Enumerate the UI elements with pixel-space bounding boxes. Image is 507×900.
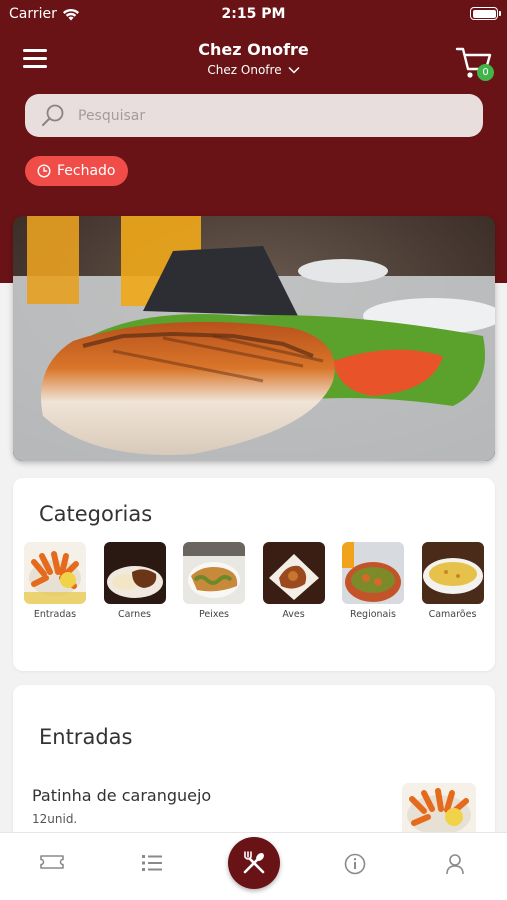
search-bar[interactable] — [25, 94, 483, 137]
category-label: Aves — [282, 609, 305, 620]
categories-title: Categorias — [39, 502, 153, 526]
entradas-card: Entradas Patinha de caranguejo 12unid. — [13, 685, 495, 855]
category-item-regionais[interactable]: Regionais — [342, 542, 404, 620]
category-thumb — [183, 542, 245, 604]
category-item-camaroes[interactable]: Camarões — [421, 542, 484, 620]
battery-icon — [470, 7, 501, 20]
tab-info[interactable] — [325, 833, 385, 900]
category-item-entradas[interactable]: Entradas — [24, 542, 86, 620]
status-bar: Carrier 2:15 PM — [0, 0, 507, 30]
store-status-badge: Fechado — [25, 156, 128, 186]
search-input[interactable] — [78, 107, 458, 124]
product-name: Patinha de caranguejo — [32, 786, 212, 805]
info-icon — [344, 853, 366, 875]
chevron-down-icon — [288, 66, 300, 74]
header-title-block: Chez Onofre Chez Onofre — [0, 40, 507, 78]
restaurant-selector[interactable]: Chez Onofre — [207, 63, 300, 77]
cutlery-icon — [243, 851, 265, 874]
tab-menu[interactable] — [228, 837, 280, 889]
clock-icon — [37, 164, 51, 178]
product-description: 12unid. — [32, 812, 78, 826]
cart-count-badge: 0 — [477, 64, 494, 81]
category-item-carnes[interactable]: Carnes — [103, 542, 166, 620]
store-status-label: Fechado — [57, 163, 116, 179]
page-title: Chez Onofre — [198, 40, 309, 59]
tab-tickets[interactable] — [22, 833, 82, 900]
category-label: Carnes — [117, 609, 151, 620]
category-thumb — [103, 542, 166, 604]
category-label: Camarões — [428, 609, 477, 620]
category-thumb — [262, 542, 325, 604]
category-thumb — [421, 542, 484, 604]
categories-card: Categorias Entradas Carnes Peixes Aves R… — [13, 478, 495, 671]
category-thumb — [24, 542, 86, 604]
category-label: Entradas — [33, 609, 77, 620]
search-icon — [42, 104, 64, 126]
hero-banner-image[interactable] — [13, 216, 495, 461]
category-thumb — [342, 542, 404, 604]
category-list: Entradas Carnes Peixes Aves Regionais Ca… — [24, 542, 501, 620]
list-icon — [142, 855, 162, 871]
user-icon — [446, 854, 464, 875]
category-item-aves[interactable]: Aves — [262, 542, 325, 620]
restaurant-selector-label: Chez Onofre — [207, 63, 282, 77]
product-thumb — [402, 783, 476, 837]
category-label: Regionais — [350, 609, 396, 620]
tab-orders[interactable] — [122, 833, 182, 900]
section-title-entradas: Entradas — [39, 725, 133, 749]
clock: 2:15 PM — [221, 6, 286, 22]
category-item-peixes[interactable]: Peixes — [183, 542, 245, 620]
category-label: Peixes — [199, 609, 229, 620]
grilled-fish-photo — [13, 216, 495, 461]
tab-profile[interactable] — [425, 833, 485, 900]
ticket-icon — [40, 855, 64, 869]
